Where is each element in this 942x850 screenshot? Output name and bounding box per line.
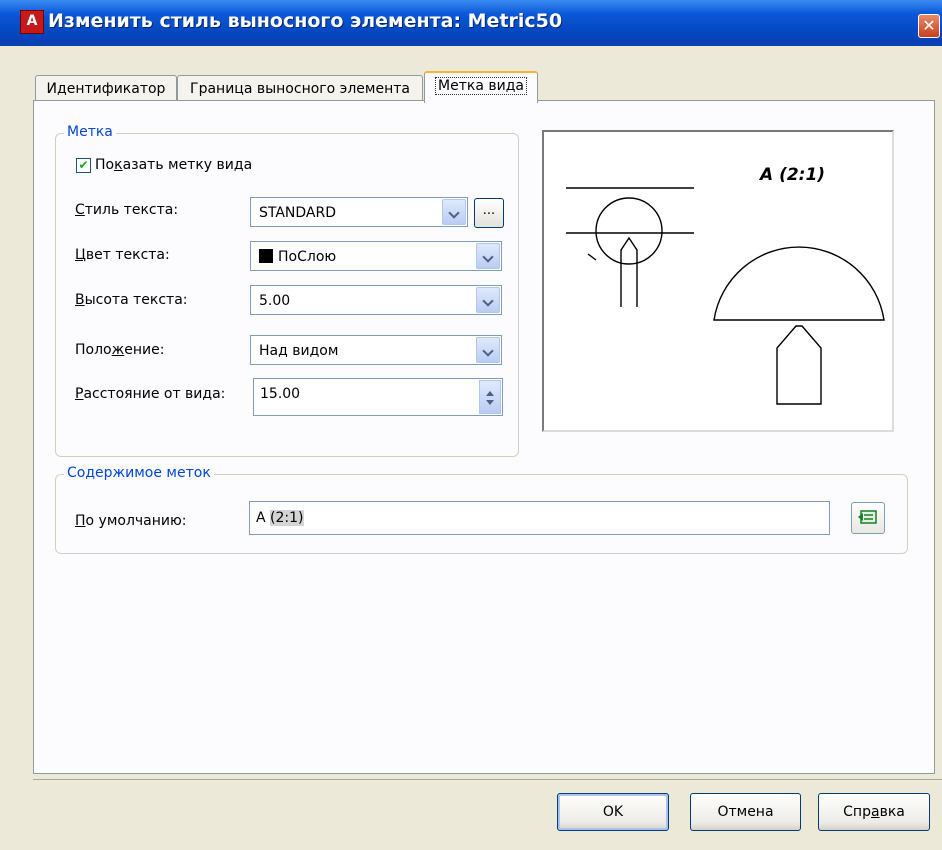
ok-button[interactable]: OK <box>557 793 669 831</box>
help-button-b: вка <box>879 804 905 820</box>
text-height-value: 5.00 <box>259 293 291 309</box>
spinner-arrows-icon[interactable] <box>479 380 501 414</box>
tab-detail-boundary[interactable]: Граница выносного элемента <box>177 75 423 102</box>
text-color-label: Цвет текста: <box>75 247 170 263</box>
distance-label-rest: асстояние от вида: <box>83 386 226 402</box>
text-height-label-rest: ысота текста: <box>84 292 188 308</box>
leader-line <box>587 253 597 261</box>
tab-view-label[interactable]: Метка вида <box>424 71 538 103</box>
button-separator <box>33 779 942 780</box>
chevron-down-icon[interactable] <box>442 199 466 225</box>
show-label-text[interactable]: Показать метку вида <box>95 157 252 173</box>
text-color-label-rest: вет текста: <box>85 247 170 263</box>
text-style-label-mnemonic: С <box>75 202 85 218</box>
title-bar: A Изменить стиль выносного элемента: Met… <box>0 0 942 46</box>
source-shape <box>620 236 638 307</box>
text-height-label: Высота текста: <box>75 292 187 308</box>
tab-view-label-text: Метка вида <box>435 77 527 95</box>
detail-view-arc <box>713 246 885 321</box>
chevron-down-icon[interactable] <box>476 243 500 269</box>
detail-view-bolt <box>776 325 822 405</box>
position-value: Над видом <box>259 343 339 359</box>
text-color-label-mnemonic: Ц <box>75 247 86 263</box>
cancel-button[interactable]: Отмена <box>690 793 801 831</box>
text-height-select[interactable]: 5.00 <box>250 285 502 315</box>
default-label-rest: о умолчанию: <box>85 513 187 529</box>
preview-drawing: A (2:1) <box>566 165 885 405</box>
show-label-checkbox[interactable]: ✔ <box>76 158 91 173</box>
preview-label-text: A (2:1) <box>758 165 825 185</box>
default-label-field[interactable]: A (2:1) <box>249 501 830 535</box>
position-label-a: Поло <box>75 342 112 358</box>
insert-field-button[interactable] <box>851 502 885 534</box>
position-select[interactable]: Над видом <box>250 335 502 365</box>
text-style-browse-button[interactable]: ... <box>474 198 504 228</box>
detail-boundary-circle <box>595 197 663 265</box>
default-label-prefix: A <box>256 510 271 526</box>
show-label-text-a: По <box>95 157 115 173</box>
spinner-down-icon[interactable] <box>486 400 494 405</box>
show-label-text-mnemonic: к <box>114 157 123 173</box>
label-contents-group-title: Содержимое меток <box>64 465 214 481</box>
text-style-label: Стиль текста: <box>75 202 178 218</box>
label-group-title: Метка <box>64 124 116 140</box>
distance-spinner[interactable]: 15.00 <box>253 378 503 416</box>
help-button-mnemonic: а <box>870 804 880 820</box>
tab-detail-boundary-label: Граница выносного элемента <box>190 81 410 97</box>
default-label: По умолчанию: <box>75 513 187 529</box>
default-label-mnemonic: П <box>75 513 86 529</box>
help-button-a: Спр <box>843 804 871 820</box>
default-label-field-code: (2:1) <box>270 510 304 526</box>
text-style-select[interactable]: STANDARD <box>250 197 468 227</box>
spinner-up-icon[interactable] <box>486 391 494 396</box>
autocad-app-icon: A <box>20 10 44 34</box>
position-label-mnemonic: ж <box>111 342 125 358</box>
chevron-down-icon[interactable] <box>476 337 500 363</box>
position-label: Положение: <box>75 342 164 358</box>
distance-label: Расстояние от вида: <box>75 386 225 402</box>
chevron-down-icon[interactable] <box>476 287 500 313</box>
text-color-select[interactable]: ПоСлою <box>250 241 502 271</box>
color-swatch <box>259 249 273 263</box>
text-style-value: STANDARD <box>259 205 337 221</box>
show-label-text-b: азать метку вида <box>122 157 253 173</box>
close-button[interactable]: ✕ <box>918 14 940 38</box>
text-color-value: ПоСлою <box>278 249 337 265</box>
insert-field-icon <box>858 510 877 524</box>
window-title: Изменить стиль выносного элемента: Metri… <box>48 10 563 32</box>
preview-pane: A (2:1) <box>542 130 894 432</box>
position-label-b: ение: <box>124 342 165 358</box>
tab-identifier[interactable]: Идентификатор <box>35 75 177 102</box>
text-style-label-rest: тиль текста: <box>84 202 179 218</box>
help-button[interactable]: Справка <box>818 793 930 831</box>
text-height-label-mnemonic: В <box>75 292 85 308</box>
tab-identifier-label: Идентификатор <box>46 81 166 97</box>
distance-value: 15.00 <box>260 386 301 402</box>
